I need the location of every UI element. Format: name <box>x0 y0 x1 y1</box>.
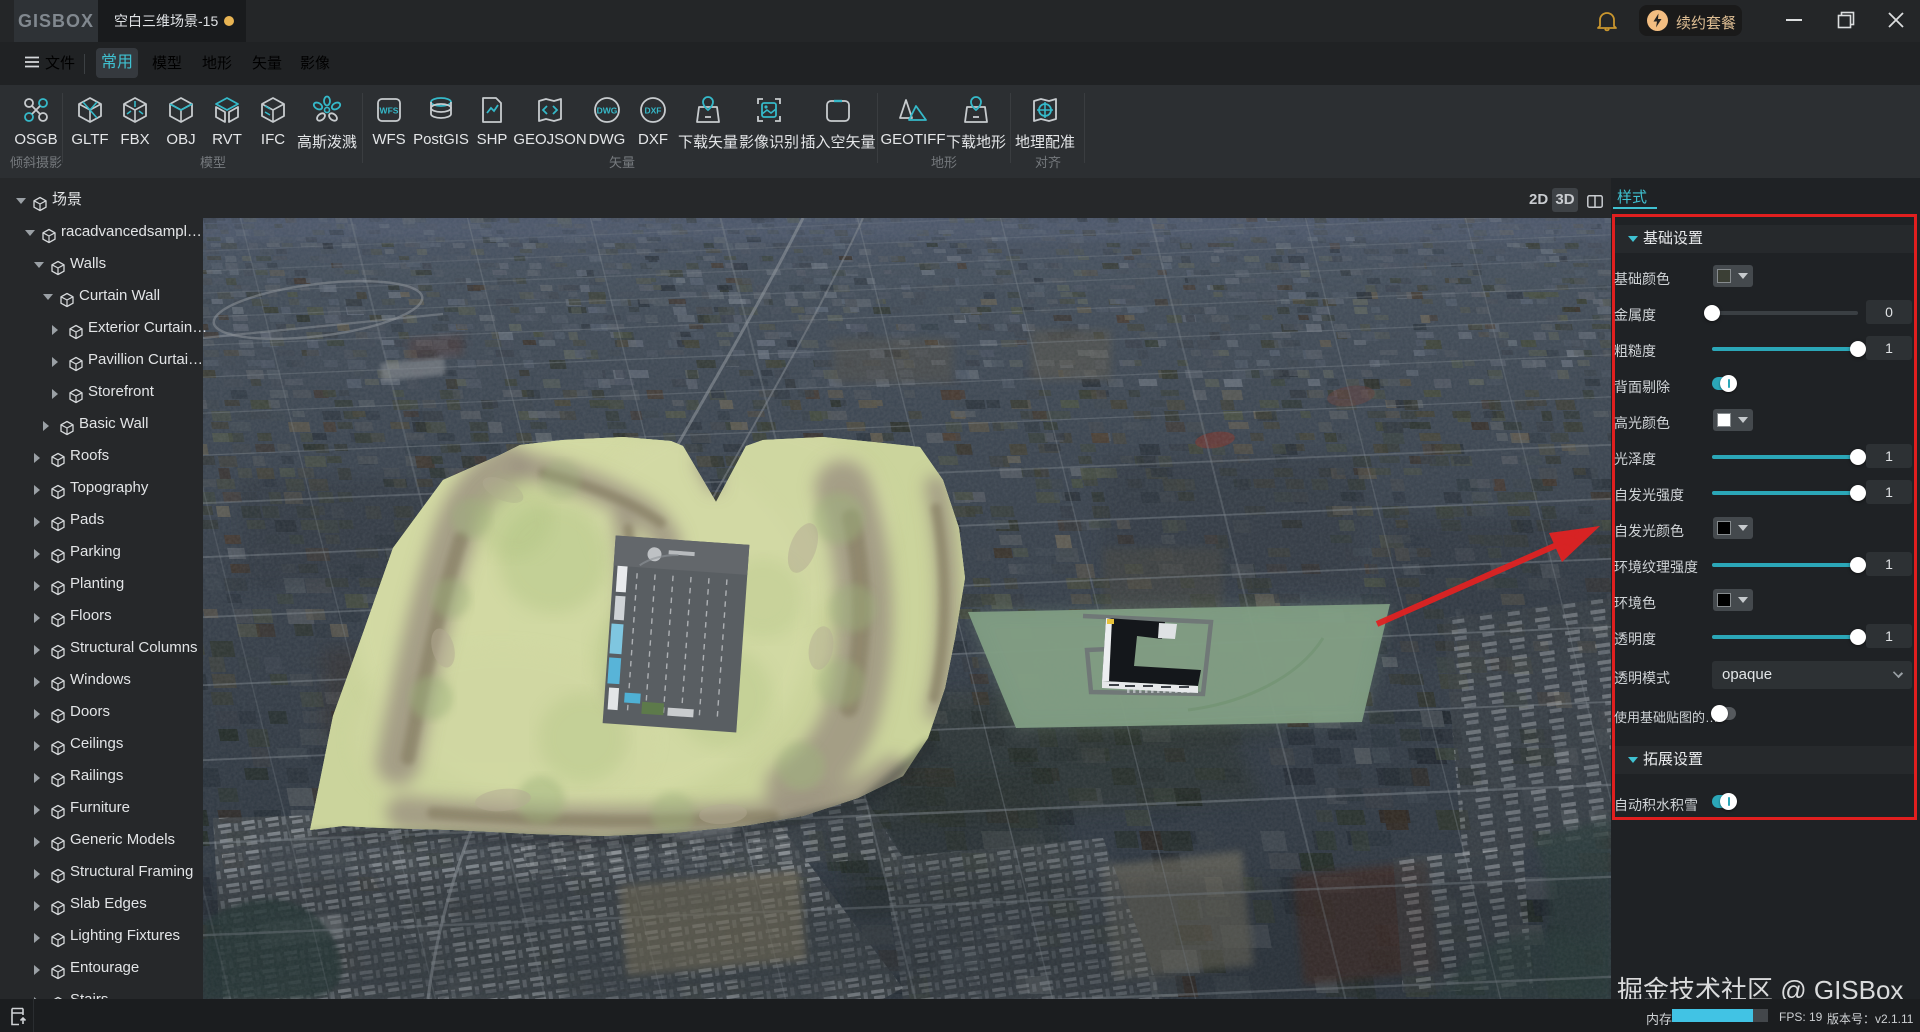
svg-text:DXF: DXF <box>645 106 662 116</box>
svg-text:DWG: DWG <box>597 106 618 116</box>
svg-text:WFS: WFS <box>380 106 399 116</box>
